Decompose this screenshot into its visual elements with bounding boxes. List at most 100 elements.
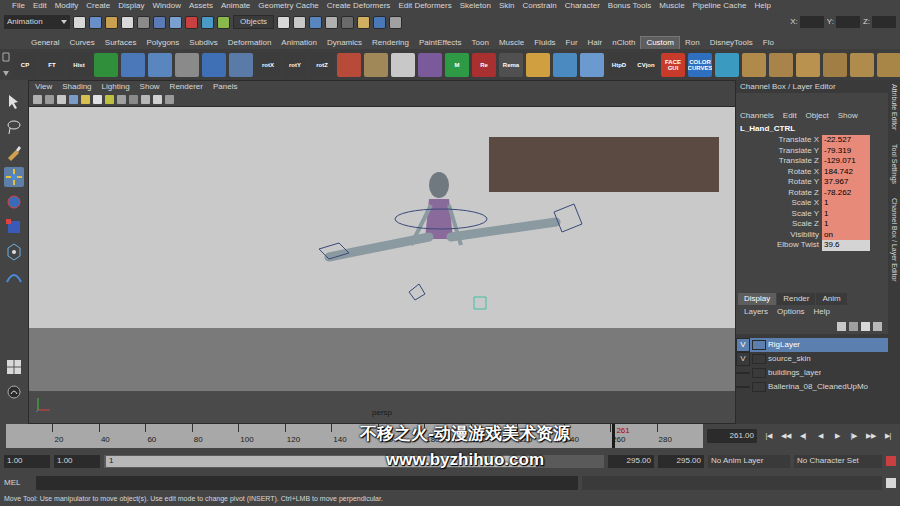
shelf-button[interactable]: rotX bbox=[256, 53, 280, 77]
shelf-button[interactable] bbox=[580, 53, 604, 77]
shelf-button[interactable]: FT bbox=[40, 53, 64, 77]
attribute-row[interactable]: Rotate Y37.967 bbox=[736, 177, 888, 188]
status-icon[interactable] bbox=[389, 16, 402, 29]
layer-row[interactable]: buildings_layer bbox=[736, 366, 888, 380]
panel-tool-icon[interactable] bbox=[45, 95, 54, 104]
panel-menu-item[interactable]: Show bbox=[140, 81, 160, 93]
start-time-field[interactable]: 1.00 bbox=[4, 455, 50, 468]
attribute-row[interactable]: Visibilityon bbox=[736, 230, 888, 241]
shelf-button[interactable]: CP bbox=[13, 53, 37, 77]
side-tab[interactable]: Channel Box / Layer Editor bbox=[889, 198, 899, 282]
side-tab[interactable]: Attribute Editor bbox=[889, 84, 899, 130]
selection-mode-button[interactable]: Objects bbox=[233, 15, 274, 29]
layer-visibility[interactable] bbox=[736, 386, 750, 388]
shelf-tabs-icon[interactable] bbox=[2, 52, 10, 62]
status-icon[interactable] bbox=[169, 16, 182, 29]
attribute-row[interactable]: Elbow Twist39.6 bbox=[736, 240, 888, 251]
menu-item[interactable]: Skeleton bbox=[460, 2, 491, 10]
status-icon[interactable] bbox=[357, 16, 370, 29]
layer-tab[interactable]: Anim bbox=[816, 293, 846, 305]
menu-item[interactable]: Display bbox=[118, 2, 144, 10]
menu-item[interactable]: Skin bbox=[499, 2, 515, 10]
shelf-button[interactable] bbox=[94, 53, 118, 77]
status-icon[interactable] bbox=[105, 16, 118, 29]
shelf-button[interactable]: Re bbox=[472, 53, 496, 77]
status-icon[interactable] bbox=[137, 16, 150, 29]
shelf-button[interactable] bbox=[229, 53, 253, 77]
script-editor-icon[interactable] bbox=[886, 478, 896, 488]
attribute-row[interactable]: Scale X1 bbox=[736, 198, 888, 209]
panel-tool-icon[interactable] bbox=[129, 95, 138, 104]
layer-color[interactable] bbox=[752, 382, 766, 392]
menu-item[interactable]: File bbox=[12, 2, 25, 10]
panel-tool-icon[interactable] bbox=[153, 95, 162, 104]
shelf-tab[interactable]: General bbox=[26, 36, 64, 49]
attribute-row[interactable]: Translate Z-129.071 bbox=[736, 156, 888, 167]
shelf-tab[interactable]: Muscle bbox=[494, 36, 529, 49]
layer-menu-item[interactable]: Layers bbox=[744, 306, 768, 318]
attribute-row[interactable]: Translate X-22.527 bbox=[736, 135, 888, 146]
attribute-row[interactable]: Scale Z1 bbox=[736, 219, 888, 230]
shelf-button[interactable]: rotZ bbox=[310, 53, 334, 77]
viewport-canvas[interactable]: persp bbox=[29, 107, 735, 423]
shelf-menu-icon[interactable] bbox=[2, 68, 10, 78]
layer-tab[interactable]: Display bbox=[738, 293, 776, 305]
anim-layer-dropdown[interactable]: No Anim Layer bbox=[708, 455, 790, 468]
paint-select-icon[interactable] bbox=[4, 142, 24, 162]
coordinate-field[interactable]: Y: bbox=[827, 16, 860, 28]
range-bar[interactable]: 1295 bbox=[104, 455, 604, 468]
layer-tool-icon[interactable] bbox=[837, 322, 846, 331]
command-language[interactable]: MEL bbox=[4, 477, 32, 489]
playback-button[interactable]: ▶ bbox=[829, 429, 845, 443]
shelf-button[interactable]: Hist bbox=[67, 53, 91, 77]
layer-menu-item[interactable]: Options bbox=[777, 306, 805, 318]
layer-row[interactable]: VRigLayer bbox=[736, 338, 888, 352]
shelf-button[interactable] bbox=[742, 53, 766, 77]
shelf-tab[interactable]: Animation bbox=[276, 36, 322, 49]
channel-menu-item[interactable]: Edit bbox=[783, 110, 797, 122]
layer-color[interactable] bbox=[752, 340, 766, 350]
shelf-button[interactable]: Rema bbox=[499, 53, 523, 77]
shelf-tab[interactable]: Curves bbox=[64, 36, 99, 49]
attribute-row[interactable]: Scale Y1 bbox=[736, 209, 888, 220]
channel-menu-item[interactable]: Show bbox=[838, 110, 858, 122]
shelf-tab[interactable]: Ron bbox=[680, 36, 705, 49]
menu-item[interactable]: Pipeline Cache bbox=[693, 2, 747, 10]
panel-tool-icon[interactable] bbox=[33, 95, 42, 104]
menu-item[interactable]: Create bbox=[86, 2, 110, 10]
channel-menu-item[interactable]: Object bbox=[806, 110, 829, 122]
shelf-button[interactable]: rotY bbox=[283, 53, 307, 77]
playback-button[interactable]: ▶| bbox=[880, 429, 896, 443]
layer-menu-item[interactable]: Help bbox=[814, 306, 830, 318]
rotate-tool-icon[interactable] bbox=[4, 192, 24, 212]
shelf-button[interactable] bbox=[769, 53, 793, 77]
panel-menu-item[interactable]: Renderer bbox=[170, 81, 203, 93]
shelf-tab[interactable]: Toon bbox=[467, 36, 494, 49]
command-input[interactable] bbox=[36, 476, 578, 490]
shelf-tab[interactable]: Surfaces bbox=[100, 36, 142, 49]
panel-tool-icon[interactable] bbox=[93, 95, 102, 104]
layer-color[interactable] bbox=[752, 368, 766, 378]
shelf-button[interactable] bbox=[526, 53, 550, 77]
shelf-button[interactable] bbox=[121, 53, 145, 77]
attribute-row[interactable]: Translate Y-79.319 bbox=[736, 146, 888, 157]
menu-item[interactable]: Create Deformers bbox=[327, 2, 391, 10]
panel-tool-icon[interactable] bbox=[57, 95, 66, 104]
shelf-tab[interactable]: DisneyTools bbox=[705, 36, 758, 49]
coordinate-field[interactable]: X: bbox=[790, 16, 824, 28]
layout-icon[interactable] bbox=[4, 357, 24, 377]
status-icon[interactable] bbox=[89, 16, 102, 29]
shelf-button[interactable] bbox=[553, 53, 577, 77]
preferences-icon[interactable] bbox=[886, 456, 896, 466]
shelf-button[interactable] bbox=[202, 53, 226, 77]
layer-tool-icon[interactable] bbox=[849, 322, 858, 331]
current-frame-field[interactable]: 261.00 bbox=[707, 429, 757, 443]
menu-item[interactable]: Edit bbox=[33, 2, 47, 10]
playback-start-field[interactable]: 1.00 bbox=[54, 455, 100, 468]
shelf-button[interactable]: CVjon bbox=[634, 53, 658, 77]
playback-button[interactable]: ◀ bbox=[812, 429, 828, 443]
soft-mod-icon[interactable] bbox=[4, 267, 24, 287]
shelf-tab[interactable]: PaintEffects bbox=[414, 36, 467, 49]
side-tab[interactable]: Tool Settings bbox=[889, 144, 899, 184]
shelf-tab[interactable]: Polygons bbox=[141, 36, 184, 49]
